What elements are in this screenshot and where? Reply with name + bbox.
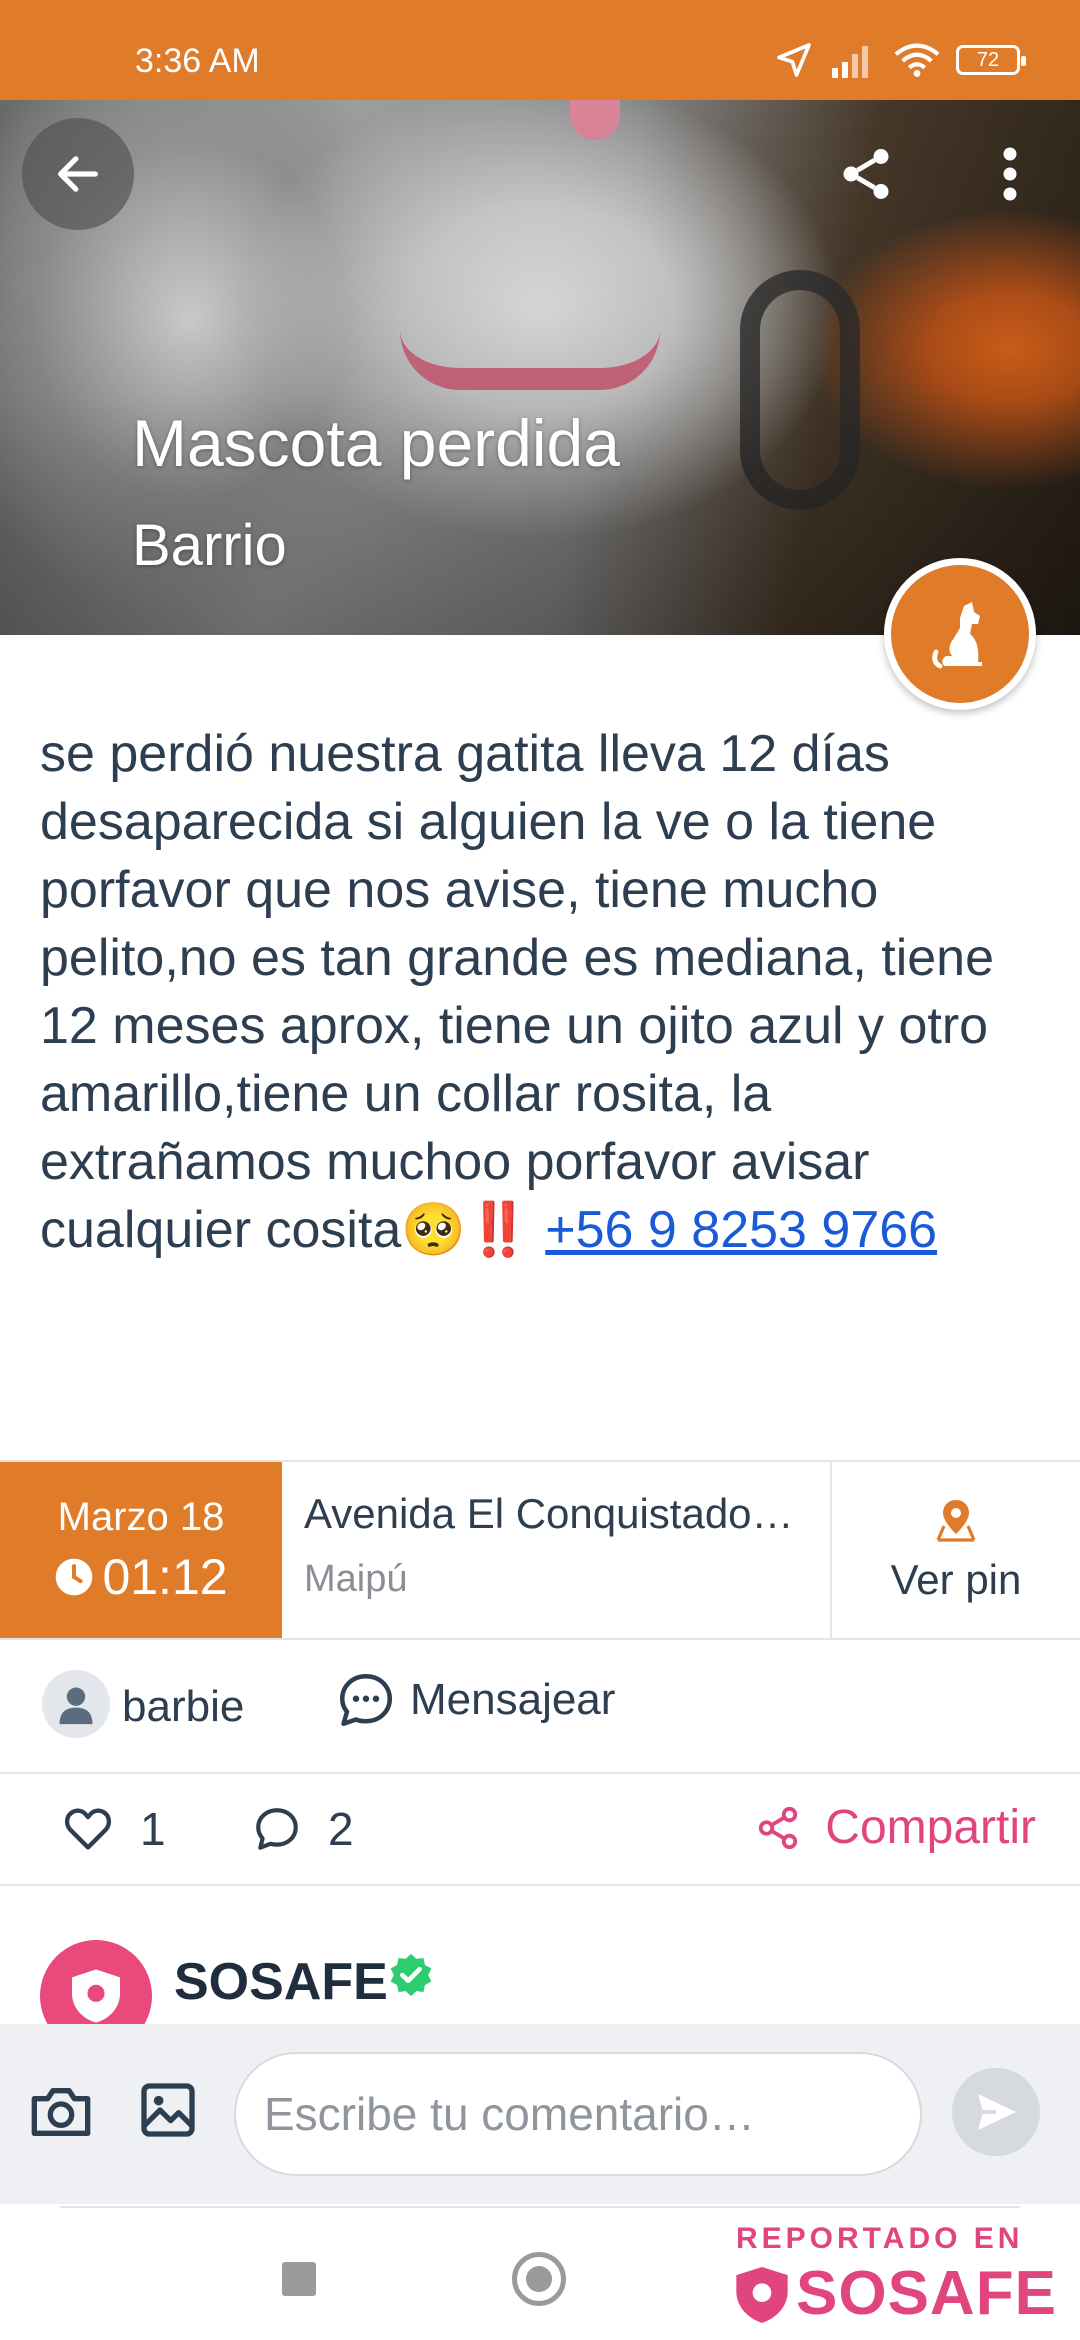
more-options-button[interactable]: [985, 144, 1035, 204]
comment-input[interactable]: [234, 2052, 922, 2176]
user-row: barbie Mensajear: [0, 1640, 1080, 1774]
status-time: 3:36 AM: [135, 42, 260, 80]
comment-icon: [256, 1808, 298, 1850]
view-pin-button[interactable]: Ver pin: [832, 1462, 1080, 1638]
comment-bar: [0, 2024, 1080, 2204]
address-street: Avenida El Conquistado…: [304, 1490, 794, 1537]
verified-badge-icon: [390, 1953, 432, 1997]
like-count: 1: [140, 1803, 166, 1855]
home-button[interactable]: [512, 2252, 566, 2306]
image-icon: [141, 2083, 195, 2137]
page-title: Mascota perdida: [132, 406, 620, 480]
share-button[interactable]: Compartir: [755, 1800, 1036, 1855]
camera-button[interactable]: [26, 2080, 96, 2144]
comment-button[interactable]: 2: [252, 1802, 354, 1856]
date-box: Marzo 18 01:12: [0, 1462, 282, 1638]
info-row: Marzo 18 01:12 Avenida El Conquistado… M…: [0, 1460, 1080, 1640]
comment-entry: SOSAFE: [0, 1886, 1080, 2026]
sosafe-watermark: REPORTADO EN SOSAFE: [734, 2220, 1064, 2330]
signal-icon: [832, 46, 868, 78]
hero-image: Mascota perdida Barrio: [0, 100, 1080, 635]
message-label: Mensajear: [410, 1675, 616, 1724]
page-subtitle: Barrio: [132, 513, 287, 578]
send-icon: [978, 2094, 1016, 2130]
camera-icon: [31, 2088, 91, 2136]
more-vert-icon: [1003, 147, 1017, 201]
system-nav-bar: REPORTADO EN SOSAFE: [0, 2204, 1080, 2340]
shield-logo-icon: [72, 1969, 120, 2023]
actions-row: 1 2 Compartir: [0, 1774, 1080, 1886]
category-badge: [884, 558, 1036, 710]
view-pin-label: Ver pin: [890, 1556, 1022, 1603]
watermark-brand: SOSAFE: [796, 2259, 1057, 2328]
report-time: 01:12: [102, 1548, 228, 1605]
report-date: Marzo 18: [57, 1494, 225, 1539]
description-text: se perdió nuestra gatita lleva 12 días d…: [40, 725, 995, 1259]
clock-icon: [56, 1558, 93, 1595]
battery-icon: 72: [956, 45, 1026, 75]
shield-logo-icon: [736, 2267, 788, 2323]
report-time-row: 01:12: [54, 1548, 228, 1606]
comment-count: 2: [328, 1803, 354, 1855]
chat-bubble-icon: [340, 1674, 392, 1726]
username[interactable]: barbie: [122, 1682, 244, 1732]
share-icon: [843, 149, 889, 199]
phone-link[interactable]: +56 9 8253 9766: [545, 1201, 937, 1259]
share-label: Compartir: [825, 1801, 1036, 1854]
share-top-button[interactable]: [836, 144, 896, 204]
arrow-left-icon: [58, 156, 98, 192]
like-button[interactable]: 1: [62, 1802, 166, 1856]
message-button[interactable]: Mensajear: [336, 1670, 615, 1730]
sosafe-avatar: [40, 1940, 152, 2026]
send-button[interactable]: [952, 2068, 1040, 2156]
share-icon: [759, 1806, 798, 1849]
watermark-caption: REPORTADO EN: [736, 2222, 1024, 2255]
comment-author: SOSAFE: [174, 1953, 388, 2011]
back-button[interactable]: [22, 118, 134, 230]
status-icons: 72: [774, 40, 1026, 80]
post-description: se perdió nuestra gatita lleva 12 días d…: [40, 720, 1050, 1264]
dog-icon: [932, 602, 982, 669]
avatar[interactable]: [42, 1670, 110, 1738]
gallery-button[interactable]: [136, 2078, 200, 2142]
address-commune: Maipú: [304, 1558, 408, 1600]
status-bar: 3:36 AM 72: [0, 0, 1080, 100]
map-pin-icon: [936, 1500, 976, 1542]
address-box: Avenida El Conquistado… Maipú: [282, 1462, 832, 1638]
battery-level: 72: [976, 48, 1000, 71]
heart-icon: [64, 1808, 112, 1850]
location-arrow-icon: [777, 43, 811, 77]
recents-button[interactable]: [282, 2262, 316, 2296]
nav-divider: [60, 2206, 1020, 2208]
wifi-icon: [894, 43, 940, 77]
user-icon: [59, 1687, 93, 1725]
